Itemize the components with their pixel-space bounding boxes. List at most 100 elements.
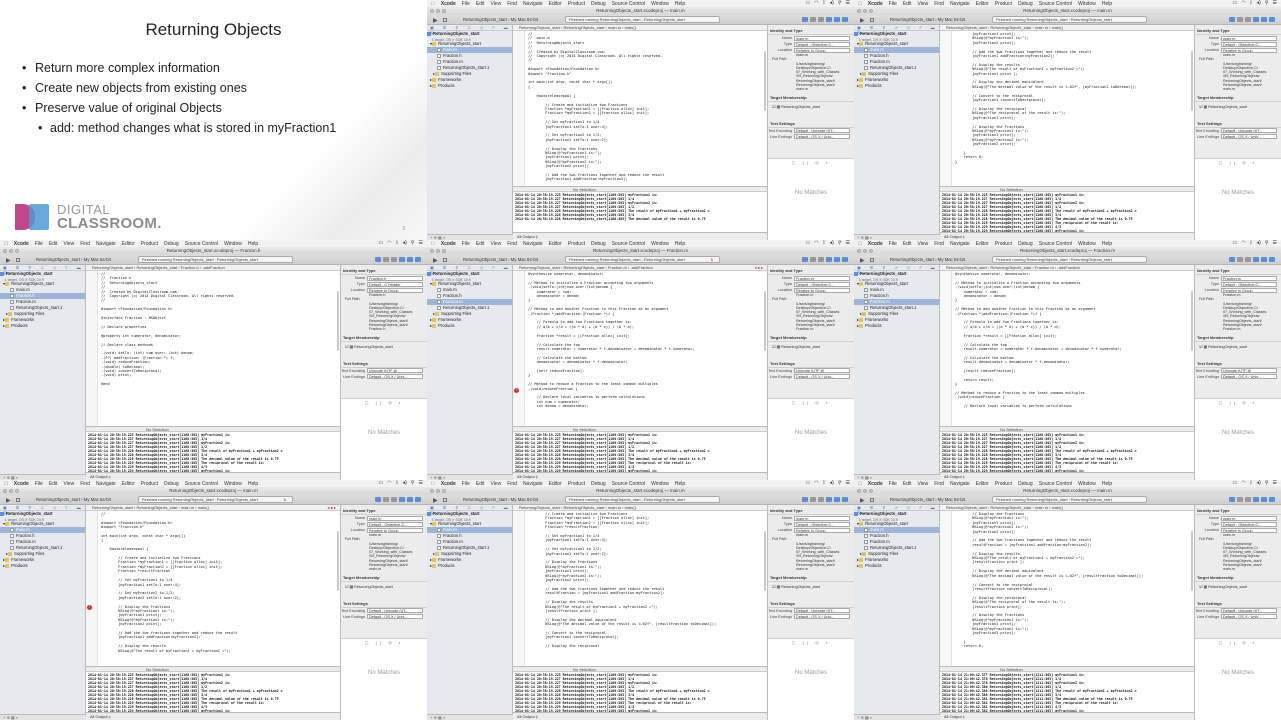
menu-file[interactable]: File	[889, 481, 897, 487]
version-editor-button[interactable]	[818, 497, 824, 502]
menu-product[interactable]: Product	[141, 481, 158, 487]
run-button[interactable]: ▶	[433, 17, 438, 24]
run-button[interactable]: ▶	[860, 17, 865, 24]
toggle-debug-button[interactable]	[1261, 257, 1267, 262]
text-encoding-select[interactable]: Unicode (UTF-8)	[794, 368, 850, 374]
nav-products[interactable]: ▸ Products	[427, 563, 512, 569]
version-editor-button[interactable]	[391, 257, 397, 262]
nav-products[interactable]: ▸ Products	[854, 323, 939, 329]
apple-menu-icon[interactable]: 	[858, 481, 862, 487]
toggle-debug-button[interactable]	[834, 17, 840, 22]
target-checkbox[interactable]: ☑ ▦ ReturningObjects_start	[768, 342, 854, 351]
all-output-label[interactable]: All Output ‡	[517, 474, 538, 479]
toggle-utilities-button[interactable]	[842, 497, 848, 502]
menu-app-name[interactable]: Xcode	[868, 481, 883, 487]
library-tabs[interactable]: ▢ {} ◎ ▪	[1195, 399, 1281, 405]
scheme-selector[interactable]: ReturningObjects_start › My Mac 64-bit	[463, 17, 538, 22]
menu-app-name[interactable]: Xcode	[441, 1, 456, 7]
all-output-label[interactable]: All Output ‡	[944, 234, 965, 239]
editor-scrollbar[interactable]	[1191, 291, 1193, 351]
standard-editor-button[interactable]	[1229, 17, 1235, 22]
search-icon[interactable]: ⚲	[838, 240, 842, 246]
menu-product[interactable]: Product	[568, 241, 585, 247]
editor-scrollbar[interactable]	[764, 291, 766, 351]
name-field[interactable]: main.m	[367, 515, 423, 521]
source-editor[interactable]: // // Fraction.h // ReturningObjects_sta…	[86, 271, 340, 426]
search-icon[interactable]: ⚲	[411, 480, 415, 486]
target-checkbox[interactable]: ☑ ▦ ReturningObjects_start	[768, 582, 854, 591]
airplay-icon[interactable]: ▭	[806, 0, 811, 6]
menu-view[interactable]: View	[490, 241, 501, 247]
line-number-gutter[interactable]	[940, 271, 952, 426]
zoom-window-button[interactable]	[442, 249, 446, 253]
toggle-navigator-button[interactable]	[1253, 257, 1259, 262]
menu-file[interactable]: File	[35, 481, 43, 487]
location-select[interactable]: Relative to Group	[794, 287, 850, 293]
menu-app-name[interactable]: Xcode	[441, 481, 456, 487]
menu-debug[interactable]: Debug	[591, 241, 606, 247]
toggle-navigator-button[interactable]	[399, 257, 405, 262]
line-endings-select[interactable]: Default - OS X / Unix...	[794, 374, 850, 380]
output-filter-select[interactable]: All Output ‡	[940, 232, 1194, 240]
navigator-filter-bar[interactable]: + ⊕ ▦ ⌕	[854, 714, 940, 720]
zoom-window-button[interactable]	[442, 489, 446, 493]
menu-help[interactable]: Help	[675, 1, 685, 7]
all-output-label[interactable]: All Output ‡	[517, 714, 538, 719]
wifi-icon[interactable]: ◠	[387, 480, 391, 486]
apple-menu-icon[interactable]: 	[4, 481, 8, 487]
line-endings-select[interactable]: Default - OS X / Unix...	[367, 374, 423, 380]
target-checkbox[interactable]: ☑ ▦ ReturningObjects_start	[768, 102, 854, 111]
library-tabs[interactable]: ▢ {} ◎ ▪	[768, 159, 854, 165]
version-editor-button[interactable]	[1245, 497, 1251, 502]
menu-product[interactable]: Product	[995, 1, 1012, 7]
stop-button[interactable]	[16, 498, 20, 502]
menu-source-control[interactable]: Source Control	[1039, 481, 1072, 487]
menu-editor[interactable]: Editor	[976, 1, 989, 7]
library-tabs[interactable]: ▢ {} ◎ ▪	[1195, 639, 1281, 645]
jump-bar-path[interactable]: ReturningObjects_start › ReturningObject…	[946, 265, 1080, 270]
name-field[interactable]: Fraction.h	[367, 275, 423, 281]
stop-button[interactable]	[16, 258, 20, 262]
editor-scrollbar[interactable]	[764, 531, 766, 591]
volume-icon[interactable]: ◂)	[1257, 240, 1261, 246]
wifi-icon[interactable]: ◠	[814, 480, 818, 486]
menu-find[interactable]: Find	[934, 1, 944, 7]
assistant-editor-button[interactable]	[1237, 257, 1243, 262]
jump-bar-path[interactable]: ReturningObjects_start › ReturningObject…	[92, 505, 209, 510]
minimize-window-button[interactable]	[436, 489, 440, 493]
target-checkbox[interactable]: ☑ ▦ ReturningObjects_start	[341, 582, 427, 591]
menu-navigate[interactable]: Navigate	[523, 1, 543, 7]
all-output-label[interactable]: All Output ‡	[944, 474, 965, 479]
jump-bar-path[interactable]: ReturningObjects_start › ReturningObject…	[519, 265, 653, 270]
error-count-badge[interactable]: 1	[284, 497, 286, 503]
line-endings-select[interactable]: Default - OS X / Unix...	[794, 614, 850, 620]
minimize-window-button[interactable]	[9, 489, 13, 493]
target-checkbox[interactable]: ☑ ▦ ReturningObjects_start	[1195, 582, 1281, 591]
toggle-navigator-button[interactable]	[826, 17, 832, 22]
bluetooth-icon[interactable]: ᛒ	[1250, 480, 1253, 486]
menu-view[interactable]: View	[917, 241, 928, 247]
apple-menu-icon[interactable]: 	[858, 1, 862, 7]
debug-console[interactable]: 2014-01-14 20:58:19.225 ReturningObjects…	[86, 432, 340, 472]
source-editor[interactable]: // Display the Fractions NSLog(@"myFract…	[940, 511, 1194, 666]
minimize-window-button[interactable]	[436, 249, 440, 253]
bluetooth-icon[interactable]: ᛒ	[396, 240, 399, 246]
standard-editor-button[interactable]	[802, 257, 808, 262]
menu-product[interactable]: Product	[568, 1, 585, 7]
standard-editor-button[interactable]	[375, 497, 381, 502]
assistant-editor-button[interactable]	[810, 497, 816, 502]
minimize-window-button[interactable]	[9, 249, 13, 253]
debug-console[interactable]: 2014-01-14 20:58:19.225 ReturningObjects…	[940, 432, 1194, 472]
close-window-button[interactable]	[430, 9, 434, 13]
version-editor-button[interactable]	[1245, 17, 1251, 22]
menu-debug[interactable]: Debug	[591, 481, 606, 487]
volume-icon[interactable]: ◂)	[830, 480, 834, 486]
source-code[interactable]: // Create and initialize two Fractions F…	[528, 512, 761, 649]
line-number-gutter[interactable]	[86, 511, 98, 666]
menu-file[interactable]: File	[889, 1, 897, 7]
type-select[interactable]: Default - Objective-C...	[367, 521, 423, 527]
toggle-navigator-button[interactable]	[826, 497, 832, 502]
volume-icon[interactable]: ◂)	[1257, 480, 1261, 486]
navigator-filter-bar[interactable]: + ⊕ ▦ ⌕	[427, 714, 513, 720]
menu-file[interactable]: File	[35, 241, 43, 247]
